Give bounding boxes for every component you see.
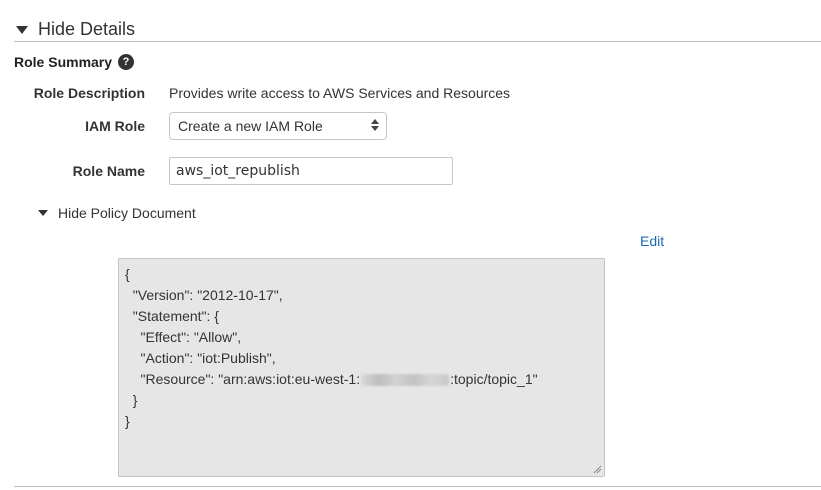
iam-role-select[interactable]: Create a new IAM Role <box>169 112 387 140</box>
policy-line-resource-prefix: "Resource": "arn:aws:iot:eu-west-1: <box>125 371 361 387</box>
role-name-label: Role Name <box>72 163 145 179</box>
policy-line: } <box>125 413 130 429</box>
resize-handle-icon[interactable] <box>593 465 602 474</box>
policy-line-resource-suffix: :topic/topic_1" <box>450 371 538 387</box>
role-name-input[interactable] <box>169 157 453 185</box>
hide-policy-document-toggle[interactable]: Hide Policy Document <box>38 205 196 221</box>
role-description-value: Provides write access to AWS Services an… <box>169 85 511 101</box>
hide-details-toggle[interactable]: Hide Details <box>16 19 135 40</box>
role-description-label: Role Description <box>33 85 145 101</box>
policy-line: "Statement": { <box>125 308 219 324</box>
hide-details-label: Hide Details <box>38 19 136 39</box>
policy-line: "Effect": "Allow", <box>125 329 242 345</box>
question-circle-icon[interactable]: ? <box>118 54 135 70</box>
policy-line: } <box>125 392 138 408</box>
redacted-account-id <box>361 374 450 387</box>
policy-line: "Version": "2012-10-17", <box>125 287 283 303</box>
caret-down-icon <box>16 25 28 34</box>
role-summary-header: Role Summary ? <box>14 54 135 70</box>
section-divider <box>14 41 821 42</box>
hide-policy-document-label: Hide Policy Document <box>58 205 196 221</box>
select-arrows-icon <box>371 119 379 131</box>
policy-line: "Action": "iot:Publish", <box>125 350 276 366</box>
policy-document-textarea[interactable]: { "Version": "2012-10-17", "Statement": … <box>118 258 605 477</box>
section-divider-bottom <box>14 486 821 487</box>
policy-line: { <box>125 266 130 282</box>
edit-policy-link[interactable]: Edit <box>640 233 664 249</box>
role-summary-title: Role Summary <box>14 54 113 70</box>
iam-role-selected-value: Create a new IAM Role <box>178 118 323 134</box>
iam-role-label: IAM Role <box>85 118 145 134</box>
policy-document-content: { "Version": "2012-10-17", "Statement": … <box>125 264 538 432</box>
caret-down-icon <box>38 210 48 216</box>
